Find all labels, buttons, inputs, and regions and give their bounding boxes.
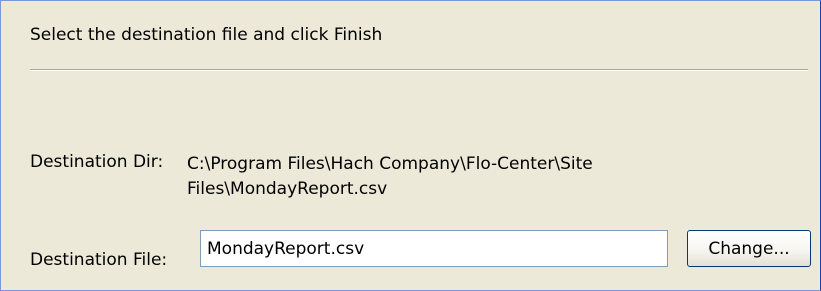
change-button[interactable]: Change... [687, 230, 811, 267]
export-wizard-page: Select the destination file and click Fi… [0, 0, 821, 291]
header-separator [30, 69, 808, 71]
instruction-text: Select the destination file and click Fi… [30, 25, 383, 45]
destination-dir-value: C:\Program Files\Hach Company\Flo-Center… [187, 154, 593, 199]
destination-dir-label: Destination Dir: [30, 152, 164, 172]
destination-file-field[interactable] [200, 230, 668, 267]
destination-file-label: Destination File: [30, 250, 168, 270]
